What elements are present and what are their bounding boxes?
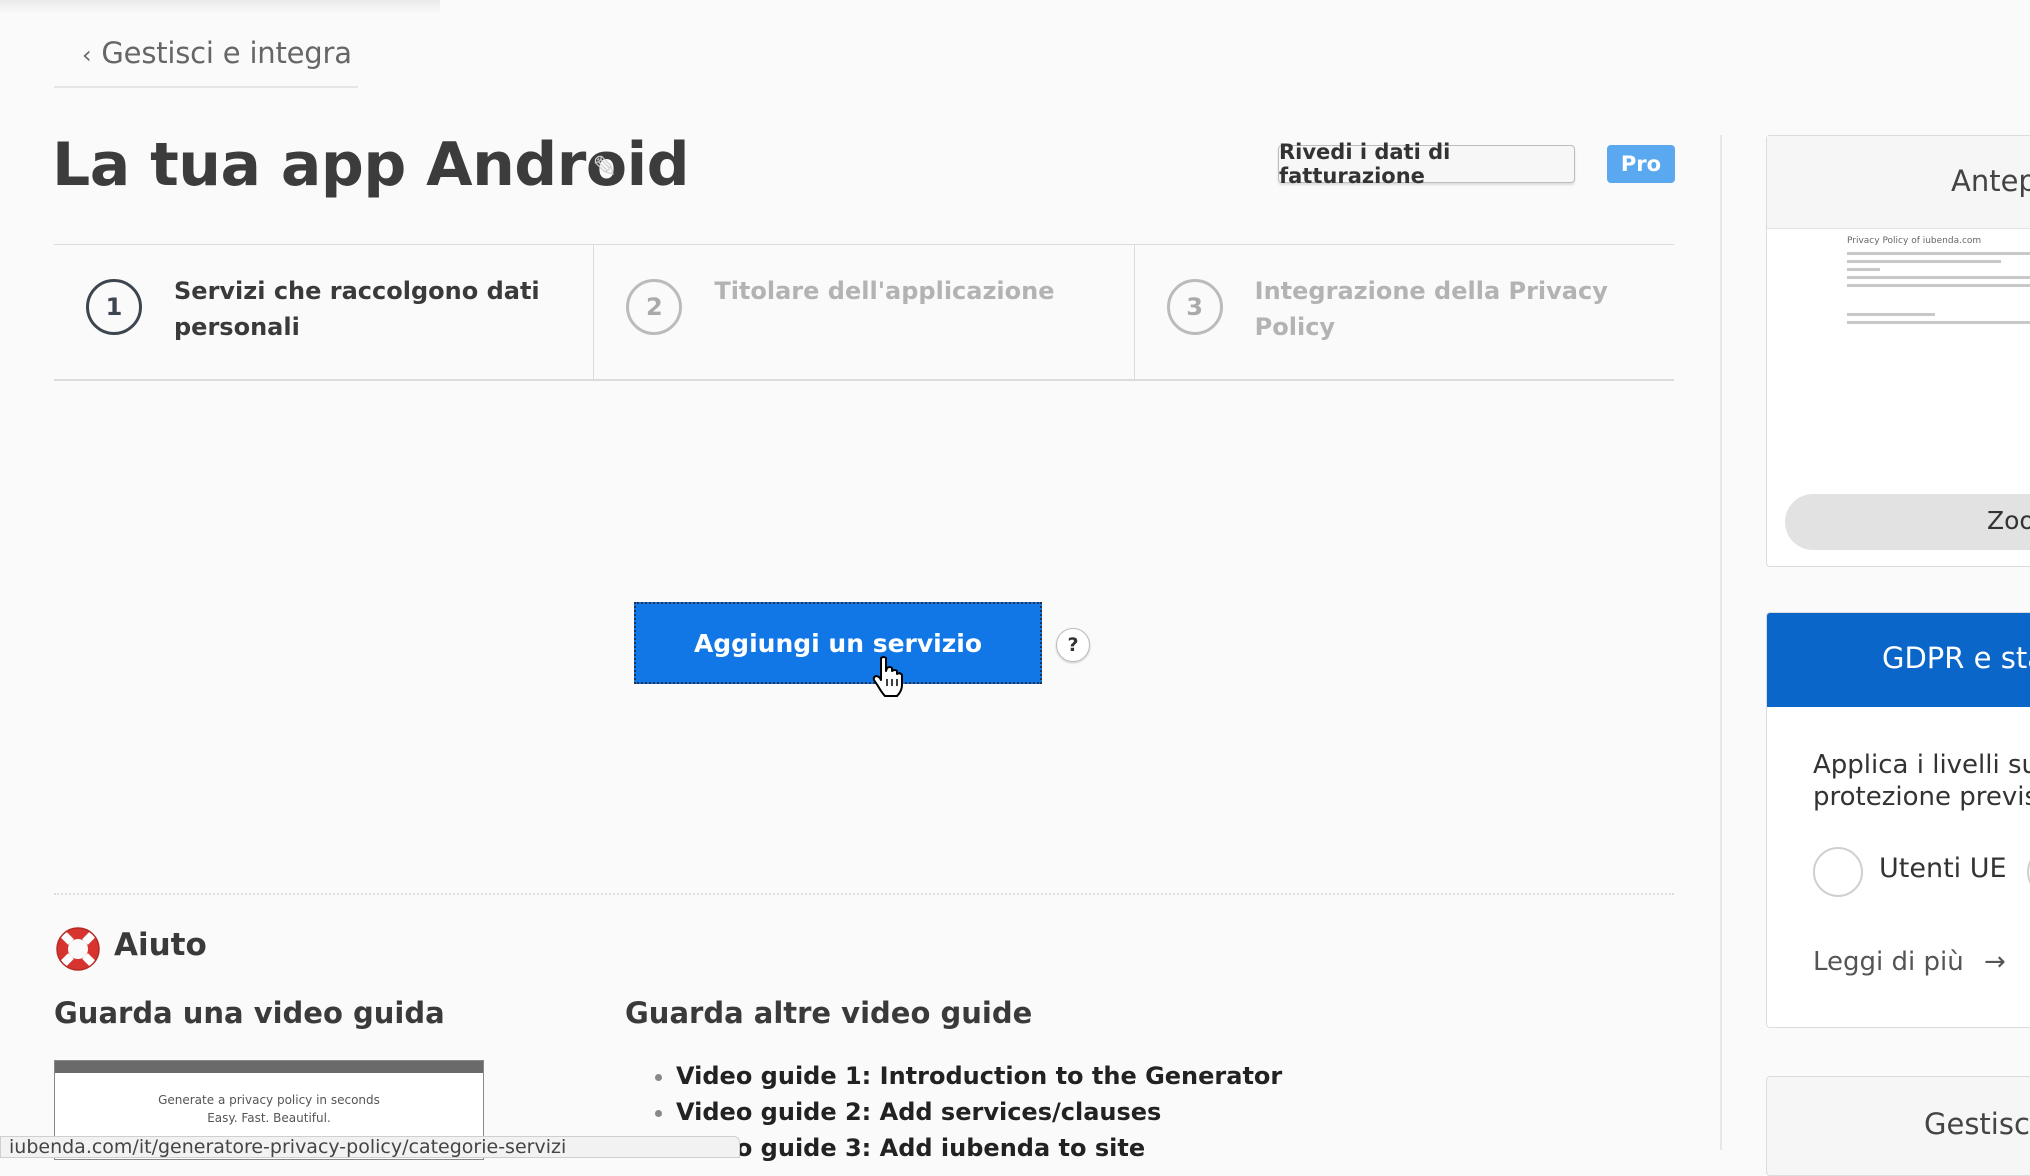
eu-users-label: Utenti UE [1879, 853, 2007, 884]
preview-card: Antep Privacy Policy of iubenda.com Zoo [1766, 135, 2030, 567]
plan-badge[interactable]: Pro [1607, 145, 1675, 183]
step-number: 3 [1166, 279, 1223, 335]
preview-doc-title: Privacy Policy of iubenda.com [1847, 236, 1982, 246]
gdpr-description: Applica i livelli sup protezione previst [1813, 749, 2030, 813]
step-label: Servizi che raccolgono dati personali [174, 277, 540, 341]
preview-header: Antep [1767, 136, 2030, 229]
video-guide-heading: Guarda una video guida [54, 996, 445, 1030]
help-title: Aiuto [114, 927, 207, 963]
arrow-right-icon: → [1983, 947, 2006, 977]
more-guides-heading: Guarda altre video guide [625, 996, 1033, 1030]
step-2[interactable]: 2 Titolare dell'applicazione [594, 245, 1135, 379]
manage-title: Gestisci [1924, 1107, 2030, 1141]
breadcrumb[interactable]: ‹ Gestisci e integra [82, 36, 352, 70]
manage-card: Gestisci [1766, 1076, 2030, 1176]
zoom-button[interactable]: Zoo [1785, 494, 2030, 550]
step-label: Titolare dell'applicazione [714, 277, 1055, 305]
status-bar-url: iubenda.com/it/generatore-privacy-policy… [0, 1136, 740, 1158]
step-label: Integrazione della Privacy Policy [1254, 277, 1608, 341]
gdpr-text-line-1: Applica i livelli sup [1813, 750, 2030, 780]
edit-pencil-icon[interactable]: ✎ [592, 150, 617, 185]
section-divider [54, 893, 1674, 895]
gdpr-card: GDPR e sta Applica i livelli sup protezi… [1766, 612, 2030, 1028]
zoom-label: Zoo [1987, 506, 2030, 535]
column-divider [1720, 135, 1722, 1150]
preview-title: Antep [1951, 164, 2030, 198]
eu-users-radio[interactable] [1813, 847, 1863, 897]
step-number: 2 [626, 279, 683, 335]
step-3[interactable]: 3 Integrazione della Privacy Policy [1135, 245, 1674, 379]
help-question-icon[interactable]: ? [1056, 628, 1090, 662]
hand-cursor-icon [872, 656, 903, 697]
guide-link-3[interactable]: Video guide 3: Add iubenda to site [676, 1130, 1282, 1166]
billing-button[interactable]: Rivedi i dati di fatturazione [1278, 140, 1575, 188]
read-more-link[interactable]: Leggi di più → [1813, 947, 2006, 977]
gdpr-header: GDPR e sta [1767, 613, 2030, 707]
breadcrumb-underline [54, 86, 358, 88]
step-1[interactable]: 1 Servizi che raccolgono dati personali [54, 245, 595, 379]
lifebuoy-icon [56, 927, 100, 971]
thumbnail-tagline: Easy. Fast. Beautiful. [207, 1111, 331, 1125]
wizard-steps: 1 Servizi che raccolgono dati personali … [54, 244, 1674, 381]
preview-document[interactable]: Privacy Policy of iubenda.com [1847, 236, 2030, 329]
guide-link-1[interactable]: Video guide 1: Introduction to the Gener… [676, 1058, 1282, 1094]
guide-link-2[interactable]: Video guide 2: Add services/clauses [676, 1094, 1282, 1130]
thumbnail-caption: Generate a privacy policy in seconds [158, 1093, 380, 1107]
step-number: 1 [86, 279, 142, 335]
gdpr-title: GDPR e sta [1882, 641, 2030, 675]
window-shadow [0, 0, 440, 14]
add-service-button[interactable]: Aggiungi un servizio [634, 602, 1042, 684]
gdpr-text-line-2: protezione previst [1813, 782, 2030, 812]
read-more-label: Leggi di più [1813, 947, 1964, 977]
chevron-left-icon: ‹ [82, 41, 92, 69]
breadcrumb-label: Gestisci e integra [101, 36, 352, 70]
thumbnail-toolbar [55, 1061, 483, 1073]
